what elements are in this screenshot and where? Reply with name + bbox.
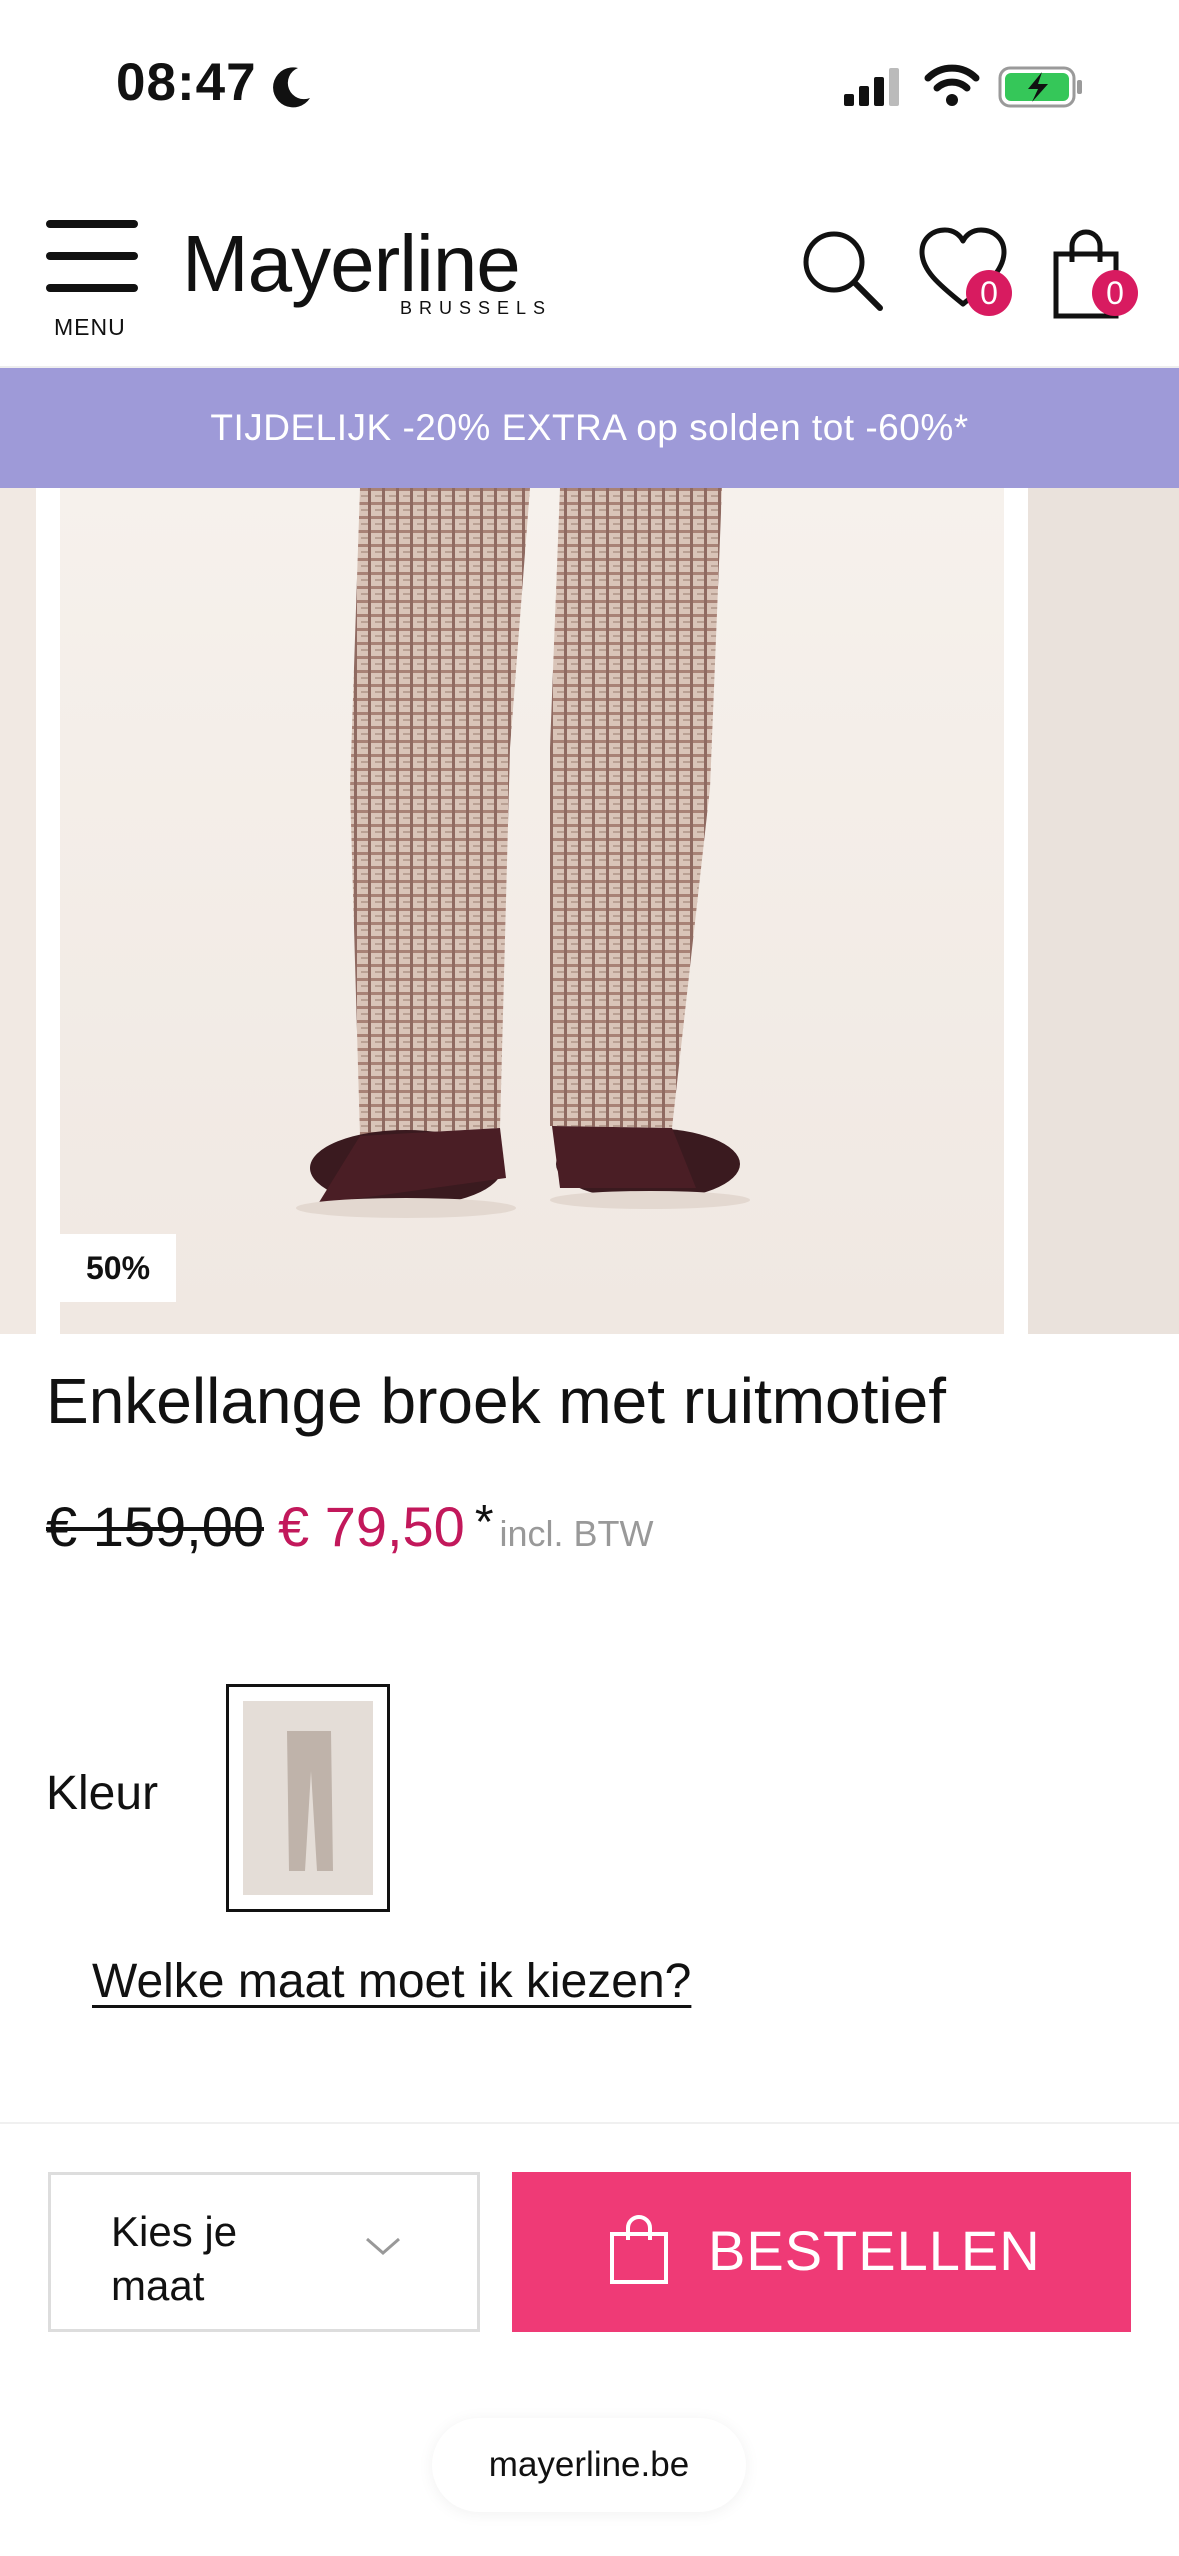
order-button[interactable]: BESTELLEN <box>512 2172 1131 2332</box>
wifi-icon <box>924 64 980 106</box>
wishlist-count-badge: 0 <box>966 270 1012 316</box>
browser-url-bar[interactable]: mayerline.be <box>432 2418 746 2512</box>
menu-label: MENU <box>54 314 126 340</box>
discount-badge: 50% <box>60 1234 176 1302</box>
previous-slide[interactable] <box>0 488 36 1334</box>
color-swatch-selected[interactable] <box>226 1684 390 1912</box>
logo[interactable]: Mayerline BRUSSELS <box>182 218 562 328</box>
cart-count-badge: 0 <box>1092 270 1138 316</box>
moon-icon <box>273 67 310 108</box>
size-guide-link[interactable]: Welke maat moet ik kiezen? <box>92 1954 691 2009</box>
cart-button[interactable]: 0 <box>1050 226 1150 326</box>
promo-banner[interactable]: TIJDELIJK -20% EXTRA op solden tot -60%* <box>0 368 1179 488</box>
shopping-bag-icon <box>610 2215 668 2284</box>
menu-button[interactable]: MENU <box>46 214 186 344</box>
menu-icon-bar <box>46 284 138 292</box>
color-label: Kleur <box>46 1767 159 1820</box>
status-time: 08:47 <box>116 53 257 112</box>
vat-note: incl. BTW <box>499 1513 654 1554</box>
trousers-thumbnail-icon <box>287 1731 333 1871</box>
size-select[interactable]: Kies je maat <box>48 2172 480 2332</box>
search-icon <box>803 231 883 311</box>
original-price: € 159,00 <box>46 1495 264 1558</box>
product-title: Enkellange broek met ruitmotief <box>46 1365 946 1437</box>
product-image-carousel[interactable]: 50% <box>0 488 1179 1334</box>
price-row: € 159,00 € 79,50 * incl. BTW <box>46 1494 654 1564</box>
wishlist-button[interactable]: 0 <box>918 226 1018 326</box>
battery-charging-icon <box>998 66 1082 108</box>
bottom-bar-divider <box>0 2122 1179 2124</box>
price-asterisk: * <box>474 1496 494 1549</box>
logo-wordmark: Mayerline <box>182 219 521 308</box>
color-swatch-thumbnail <box>243 1701 373 1895</box>
order-button-label: BESTELLEN <box>708 2219 1041 2282</box>
chevron-down-icon <box>366 2237 400 2255</box>
menu-icon-bar <box>46 252 138 260</box>
next-slide[interactable] <box>1028 488 1179 1334</box>
product-image[interactable] <box>60 488 1004 1334</box>
sale-price: € 79,50 <box>277 1495 465 1558</box>
size-select-label: Kies je maat <box>111 2208 238 2309</box>
menu-icon <box>46 220 138 228</box>
logo-subtitle: BRUSSELS <box>400 298 553 318</box>
cellular-signal-icon <box>844 68 899 106</box>
product-photo-illustration <box>60 488 1004 1334</box>
search-button[interactable] <box>798 226 888 316</box>
